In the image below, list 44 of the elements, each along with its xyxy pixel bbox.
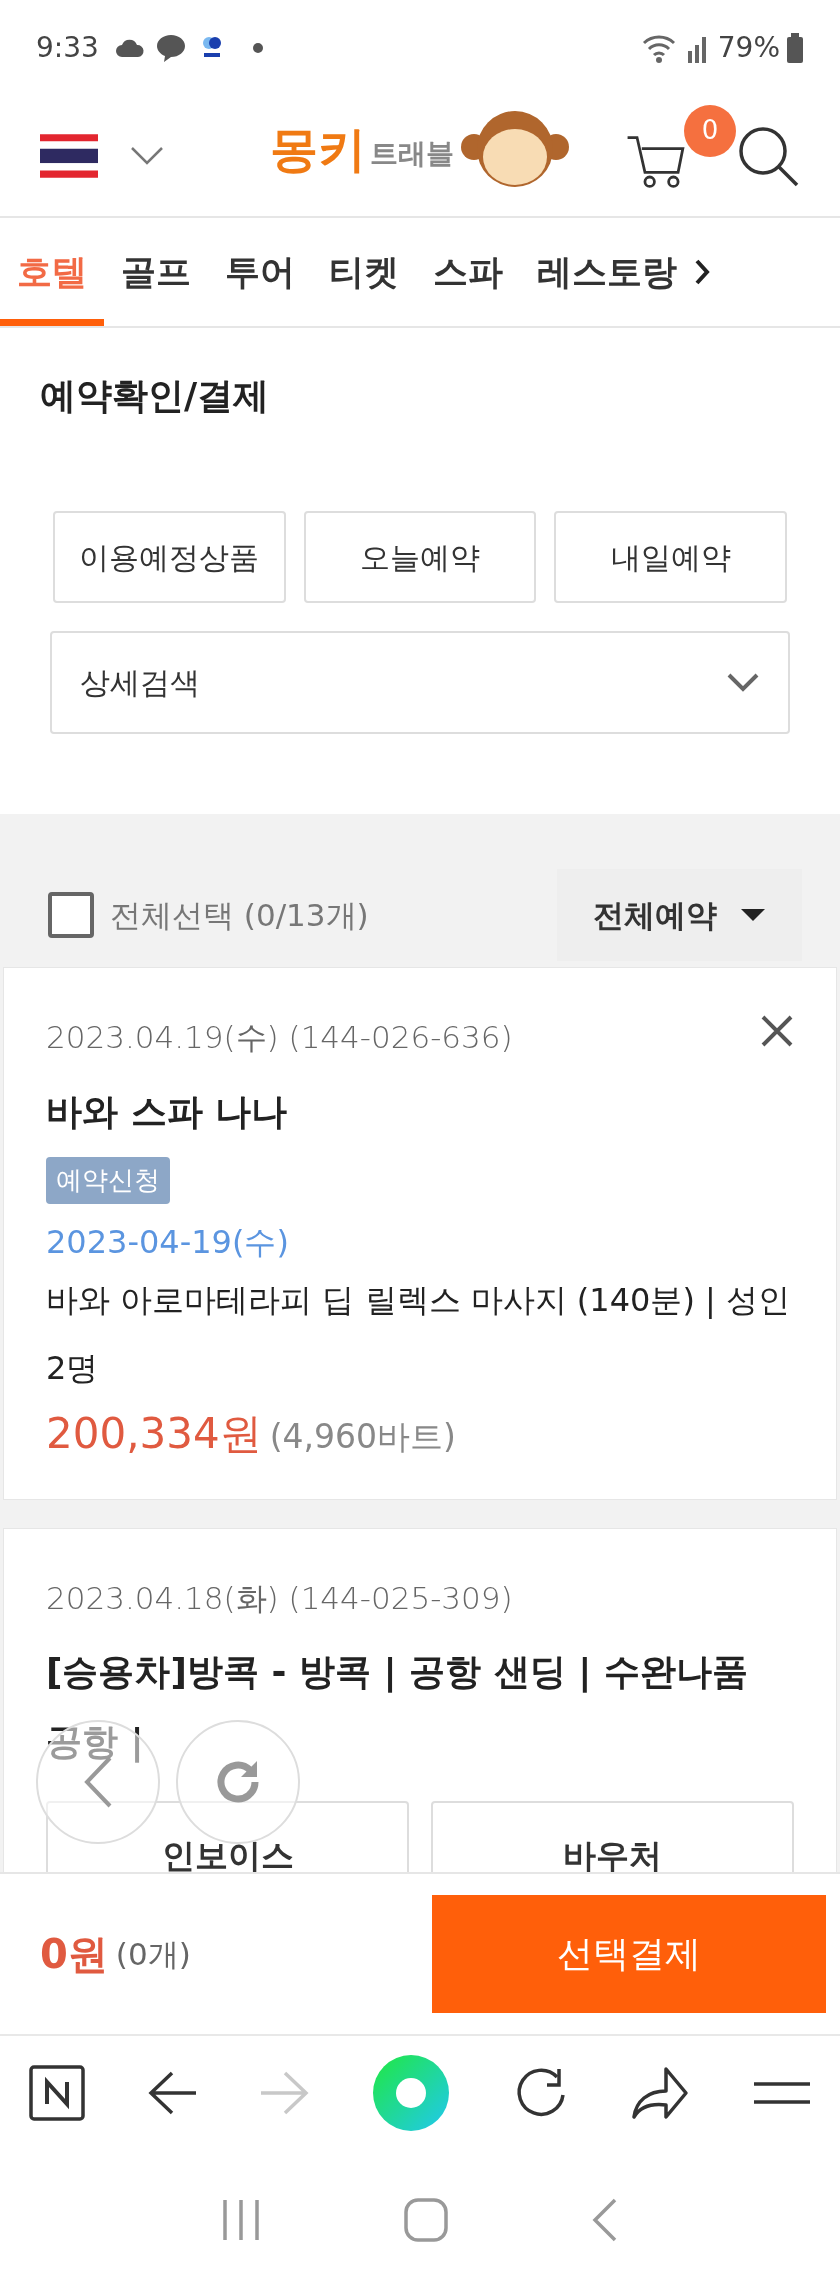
thailand-flag-icon: [40, 133, 98, 178]
local-price: (4,960바트): [269, 1415, 456, 1458]
page-title: 예약확인/결제: [39, 374, 271, 418]
select-all-checkbox[interactable]: [48, 892, 94, 938]
filter-button[interactable]: 내일예약: [554, 511, 787, 603]
booking-title: 바와 스파 나나: [46, 1089, 289, 1134]
home-icon[interactable]: [404, 2197, 448, 2242]
select-all-label[interactable]: 전체선택 (0/13개): [110, 891, 369, 939]
chevron-right-icon[interactable]: [694, 258, 710, 286]
price: 200,334원: [46, 1407, 262, 1460]
status-filter-dropdown[interactable]: 전체예약: [557, 869, 802, 961]
close-icon[interactable]: [760, 1014, 794, 1048]
status-badge: 예약신청: [46, 1156, 170, 1204]
category-tab[interactable]: 골프: [104, 218, 208, 326]
status-time: 9:33: [36, 29, 99, 66]
dot-icon: [252, 42, 263, 53]
category-tab[interactable]: 티켓: [312, 218, 416, 326]
filter-button[interactable]: 이용예정상품: [53, 511, 286, 603]
chevron-down-icon[interactable]: [130, 145, 164, 166]
cart-count-badge: 0: [684, 104, 736, 157]
logo-text[interactable]: 몽키 트래블: [270, 113, 454, 185]
selected-count: (0개): [115, 1934, 191, 1974]
filter-button[interactable]: 오늘예약: [303, 511, 537, 603]
back-icon[interactable]: [590, 2196, 619, 2243]
use-date: 2023-04-19(수): [46, 1221, 290, 1263]
n-square-icon[interactable]: [28, 2064, 86, 2122]
share-arrow-icon[interactable]: [630, 2065, 691, 2121]
category-tab[interactable]: 스파: [416, 218, 520, 326]
booking-title: [승용차]방콕 - 방콕 | 공항 샌딩 | 수완나품 공항 |: [46, 1650, 749, 1765]
cloud-icon: [114, 37, 145, 58]
category-tab[interactable]: 투어: [208, 218, 312, 326]
option-description: 바와 아로마테라피 딥 릴렉스 마사지 (140분) | 성인 2명: [46, 1279, 792, 1389]
detail-search-dropdown[interactable]: 상세검색: [50, 631, 790, 734]
total-amount: 0원: [40, 1930, 108, 1979]
booking-date-number: 2023.04.19(수) (144-026-636): [46, 1018, 514, 1057]
category-tab[interactable]: 레스토랑: [520, 218, 694, 326]
booking-date-number: 2023.04.18(화) (144-025-309): [46, 1578, 514, 1618]
back-arrow-icon[interactable]: [147, 2070, 198, 2116]
chevron-down-icon: [726, 671, 760, 694]
menu-icon[interactable]: [751, 2081, 812, 2105]
battery-percent: 79%: [717, 29, 780, 66]
chat-bubble-icon: [154, 32, 187, 63]
battery-icon: [786, 32, 804, 63]
recent-apps-icon[interactable]: [221, 2197, 262, 2242]
